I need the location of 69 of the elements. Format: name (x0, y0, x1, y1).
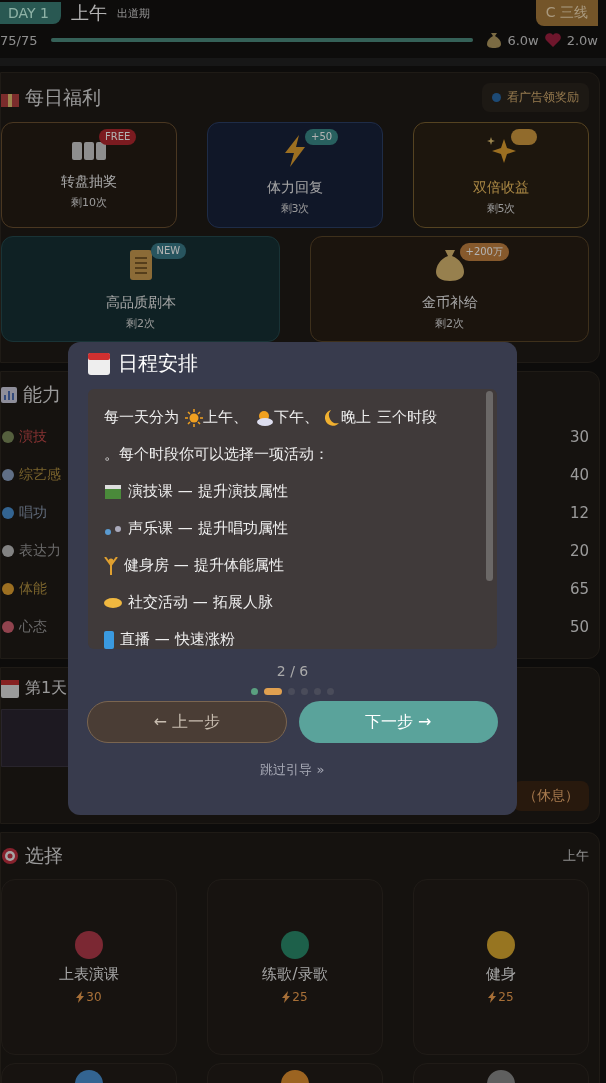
panel-title: 第1天 (25, 678, 68, 699)
activity-description: 社交活动 — 拓展人脉 (128, 593, 273, 612)
activity-name: 练歌/录歌 (262, 964, 328, 984)
energy-cost: 25 (498, 989, 514, 1004)
card-title: 金币补给 (421, 293, 478, 312)
period-text: 上午、 (203, 408, 248, 427)
period-text: 晚上 (341, 408, 371, 427)
panel-title: 能力 (23, 382, 61, 407)
card-title: 高品质剧本 (105, 293, 176, 312)
period-label: 上午 (70, 1, 107, 25)
intro-text: 每一天分为 (104, 408, 179, 427)
card-badge: +50 (305, 129, 339, 145)
activity-description: 直播 — 快速涨粉 (120, 630, 235, 649)
period-label: 上午 (563, 847, 589, 865)
activity-card[interactable]: 健身 25 (413, 879, 589, 1055)
welfare-card[interactable]: NEW 高品质剧本 剩2次 (1, 236, 280, 342)
period-text: 下午、 (274, 408, 319, 427)
stage-label: 出道期 (116, 5, 150, 21)
activity-description: 演技课 — 提升演技属性 (128, 482, 288, 501)
welfare-card[interactable]: +200万 金币补给 剩2次 (310, 236, 589, 342)
panel-title: 每日福利 (25, 84, 101, 110)
stat-value: 65 (569, 580, 589, 598)
stat-value: 12 (569, 504, 589, 522)
card-remaining: 剩2次 (435, 315, 464, 331)
energy-cost: 25 (292, 989, 308, 1004)
panel-title: 选择 (25, 843, 63, 868)
stat-name: 综艺感 (19, 466, 61, 484)
activity-card[interactable]: 练歌/录歌 25 (207, 879, 383, 1055)
fans-text: 2.0w (566, 32, 598, 48)
stat-name: 表达力 (19, 542, 61, 560)
day-badge: DAY 1 (0, 2, 61, 24)
card-badge: +200万 (459, 243, 509, 261)
card-remaining: 剩5次 (486, 200, 516, 216)
intro-text: 三个时段 (377, 408, 437, 427)
activity-name: 上表演课 (59, 964, 119, 984)
card-title: 双倍收益 (473, 178, 529, 197)
dialog-title: 日程安排 (118, 350, 198, 377)
card-title: 体力回复 (267, 178, 323, 197)
rest-slot[interactable]: （休息） (513, 781, 589, 811)
card-badge: NEW (150, 243, 187, 259)
stat-name: 唱功 (19, 504, 47, 522)
stat-value: 40 (569, 466, 589, 484)
activity-description: 声乐课 — 提升唱功属性 (128, 519, 288, 538)
stamina-text: 75/75 (0, 32, 38, 48)
card-remaining: 剩10次 (71, 194, 107, 210)
stat-value: 20 (569, 542, 589, 560)
stat-name: 心态 (19, 618, 47, 636)
money-text: 6.0w (507, 32, 539, 48)
page-counter: 2 / 6 (276, 663, 309, 679)
welfare-card[interactable]: +50 体力回复 剩3次 (207, 122, 383, 228)
tier-badge: C 三线 (535, 0, 598, 26)
welfare-card[interactable]: 双倍收益 剩5次 (413, 122, 589, 228)
card-badge: FREE (99, 129, 137, 145)
skip-link[interactable]: 跳过引导 » (260, 761, 325, 779)
stat-value: 30 (569, 428, 589, 446)
intro-text: 。每个时段你可以选择一项活动： (104, 445, 329, 464)
card-remaining: 剩2次 (126, 315, 155, 331)
card-title: 转盘抽奖 (61, 172, 117, 191)
stat-value: 50 (569, 618, 589, 636)
activity-card[interactable]: 上表演课 30 (1, 879, 177, 1055)
ad-reward-button[interactable]: 看广告领奖励 (482, 83, 589, 112)
welfare-card[interactable]: FREE 转盘抽奖 剩10次 (1, 122, 177, 228)
previous-button[interactable]: ← 上一步 (87, 701, 287, 743)
stat-name: 演技 (19, 428, 47, 446)
stat-name: 体能 (19, 580, 47, 598)
activity-name: 健身 (486, 964, 516, 984)
activity-description: 健身房 — 提升体能属性 (124, 556, 284, 575)
energy-cost: 30 (86, 989, 102, 1004)
card-remaining: 剩3次 (280, 200, 310, 216)
